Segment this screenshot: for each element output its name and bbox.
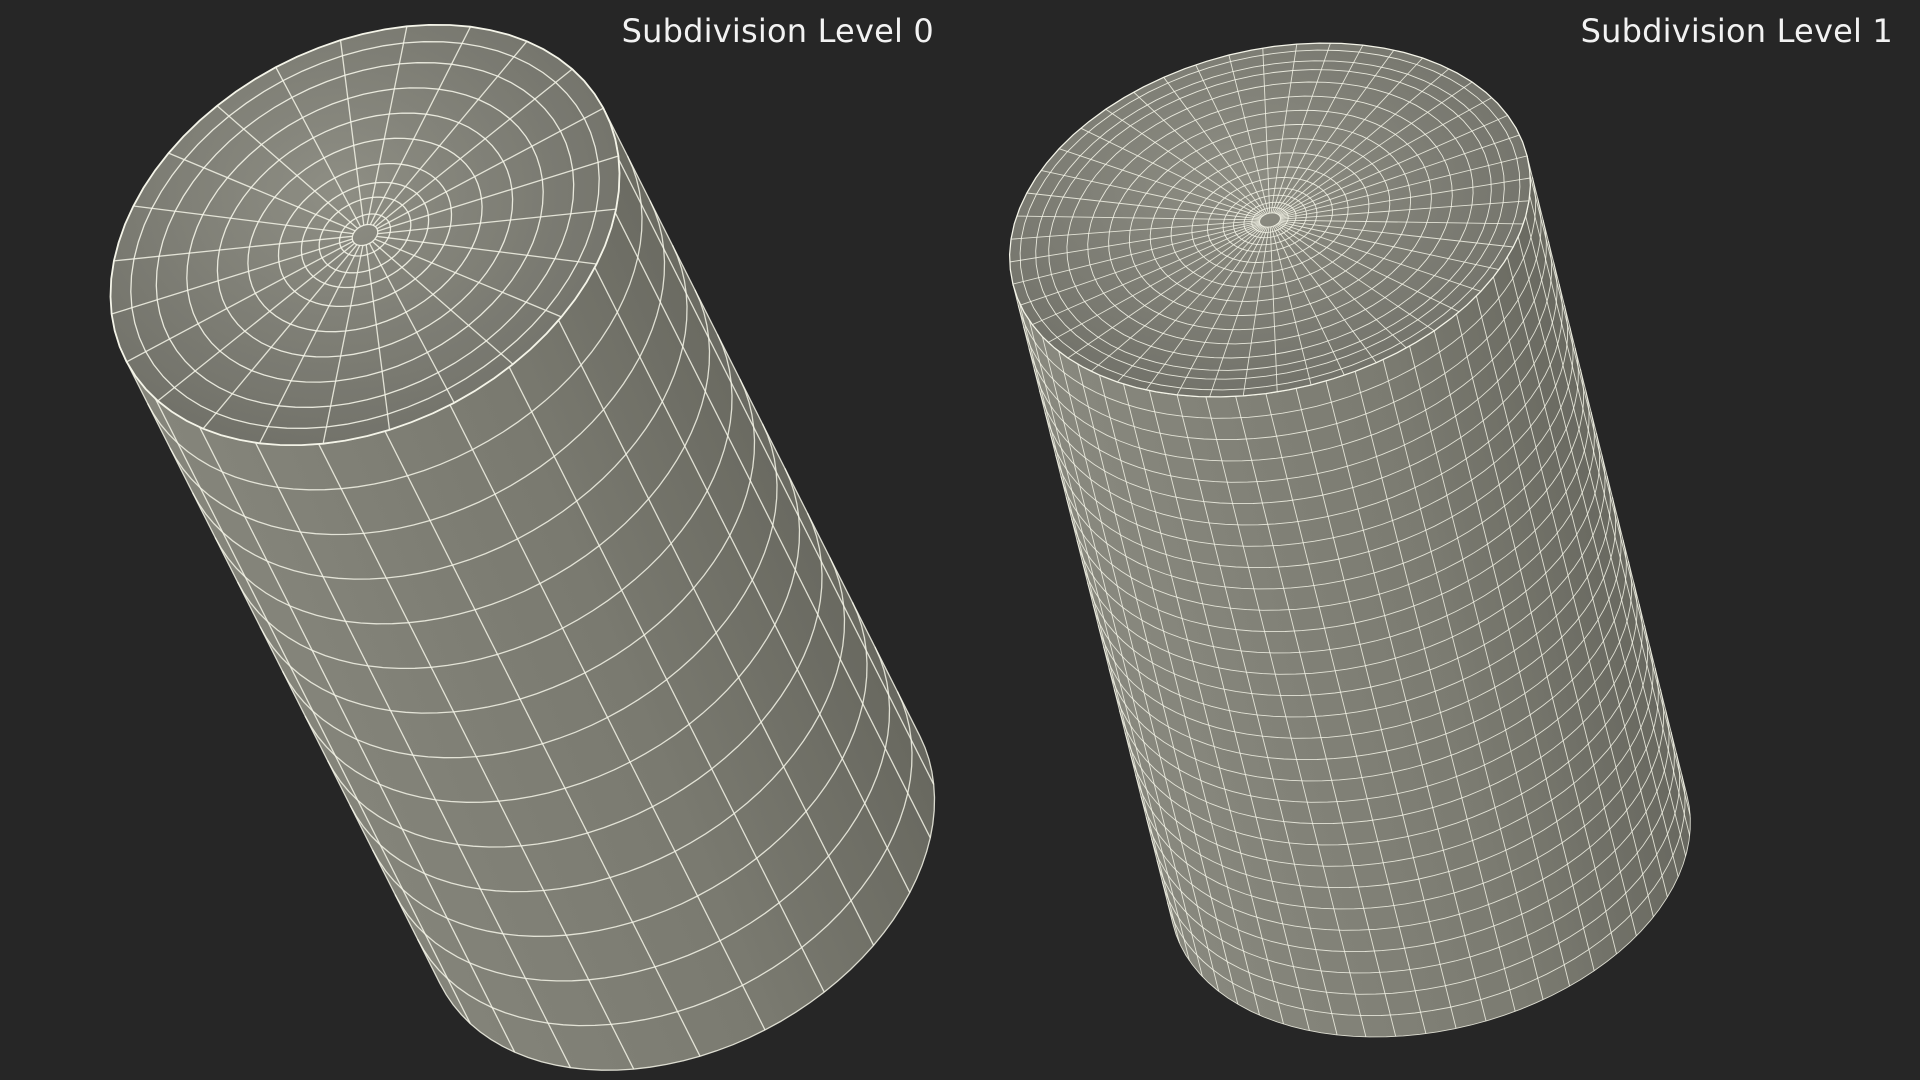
battery-mesh-subdivision-1 bbox=[1008, 42, 1691, 1038]
battery-mesh-subdivision-0 bbox=[109, 23, 936, 1071]
render-viewport bbox=[109, 23, 1691, 1071]
